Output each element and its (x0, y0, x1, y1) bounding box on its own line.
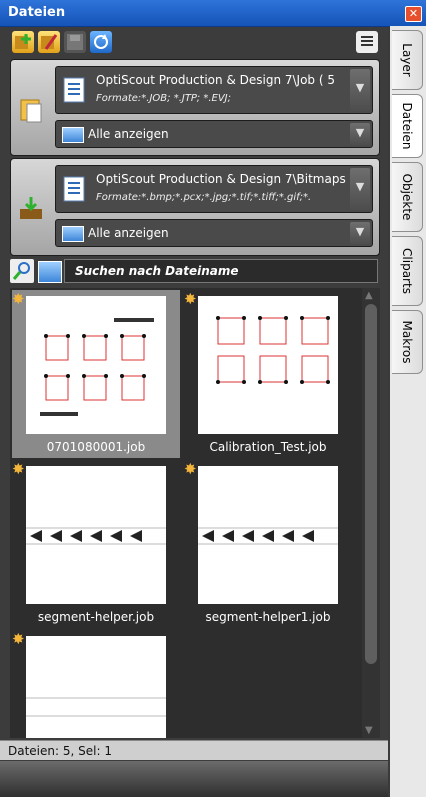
tab-cliparts[interactable]: Cliparts (392, 236, 423, 306)
vertical-scrollbar[interactable]: ▲ ▼ (362, 288, 380, 738)
scrollbar-thumb[interactable] (365, 304, 377, 664)
tab-label: Layer (400, 43, 414, 77)
folder-formats: Formate:*.JOB; *.JTP; *.EVJ; (96, 93, 231, 104)
folder-path: OptiScout Production & Design 7\Bitmaps (96, 172, 346, 186)
file-tile[interactable]: ✸ segment-helper1.job (184, 460, 352, 628)
scroll-up-icon[interactable]: ▲ (365, 290, 373, 301)
folder-path-select[interactable]: OptiScout Production & Design 7\Job ( 5 … (55, 66, 373, 114)
bitmap-folder-group: OptiScout Production & Design 7\Bitmaps … (10, 158, 380, 256)
file-tile[interactable]: ✸ (12, 630, 180, 738)
tab-dateien[interactable]: Dateien (392, 94, 423, 158)
tab-makros[interactable]: Makros (392, 310, 423, 374)
tab-label: Objekte (400, 173, 414, 221)
image-filter-icon[interactable] (38, 261, 62, 283)
search-input[interactable]: Suchen nach Dateiname (64, 259, 378, 283)
status-bar: Dateien: 5, Sel: 1 (0, 740, 388, 760)
filter-select[interactable]: Alle anzeigen ▼ (55, 120, 373, 148)
file-name: 0701080001.job (46, 440, 146, 454)
chevron-down-icon[interactable]: ▼ (350, 69, 370, 111)
file-tile[interactable]: ✸ 0701080001.job (12, 290, 180, 458)
window-title: Dateien (8, 5, 66, 20)
file-name: segment-helper.job (37, 610, 155, 624)
image-icon (62, 226, 84, 242)
file-thumbnail (198, 296, 338, 434)
close-button[interactable]: ✕ (405, 6, 422, 22)
tab-label: Makros (400, 320, 414, 364)
refresh-icon[interactable] (90, 31, 112, 53)
filter-select[interactable]: Alle anzeigen ▼ (55, 219, 373, 247)
folder-path: OptiScout Production & Design 7\Job ( 5 (96, 73, 335, 87)
chevron-down-icon[interactable]: ▼ (350, 168, 370, 210)
filter-label: Alle anzeigen (88, 226, 169, 240)
scroll-down-icon[interactable]: ▼ (365, 725, 373, 736)
file-thumbnail (26, 296, 166, 434)
file-thumbnail (26, 466, 166, 604)
new-file-star-icon: ✸ (184, 460, 197, 478)
panel-footer (0, 761, 388, 797)
folder-formats: Formate:*.bmp;*.pcx;*.jpg;*.tif;*.tiff;*… (96, 192, 312, 203)
new-file-star-icon: ✸ (12, 630, 25, 648)
job-folder-group: OptiScout Production & Design 7\Job ( 5 … (10, 59, 380, 156)
search-bar: Suchen nach Dateiname (10, 259, 378, 283)
title-bar: Dateien ✕ (0, 0, 426, 27)
save-icon[interactable] (64, 31, 86, 53)
download-folder-icon (17, 195, 47, 223)
folder-path-select[interactable]: OptiScout Production & Design 7\Bitmaps … (55, 165, 373, 213)
file-tile[interactable]: ✸ segment-helper.job (12, 460, 180, 628)
tab-label: Dateien (400, 102, 414, 150)
add-folder-icon[interactable] (12, 31, 34, 53)
document-list-icon (62, 175, 88, 203)
list-view-icon[interactable] (356, 31, 378, 53)
image-icon (62, 127, 84, 143)
chevron-down-icon[interactable]: ▼ (350, 123, 370, 145)
search-icon[interactable] (10, 259, 34, 283)
edit-folder-icon[interactable] (38, 31, 60, 53)
file-name: Calibration_Test.job (209, 440, 327, 454)
toolbar (0, 27, 388, 57)
tab-objekte[interactable]: Objekte (392, 162, 423, 232)
file-thumbnail (26, 636, 166, 738)
file-grid: ✸ 0701080001.job ✸ Calibration_Test.job (10, 288, 380, 738)
file-thumbnail (198, 466, 338, 604)
chevron-down-icon[interactable]: ▼ (350, 222, 370, 244)
file-name: segment-helper1.job (205, 610, 331, 624)
file-tile[interactable]: ✸ Calibration_Test.job (184, 290, 352, 458)
side-tab-strip: Layer Dateien Objekte Cliparts Makros (390, 26, 426, 797)
tab-label: Cliparts (400, 248, 414, 294)
new-file-star-icon: ✸ (12, 290, 25, 308)
new-file-star-icon: ✸ (12, 460, 25, 478)
document-list-icon (62, 76, 88, 104)
filter-label: Alle anzeigen (88, 127, 169, 141)
tab-layer[interactable]: Layer (392, 30, 423, 90)
folder-docs-icon (17, 96, 47, 124)
new-file-star-icon: ✸ (184, 290, 197, 308)
